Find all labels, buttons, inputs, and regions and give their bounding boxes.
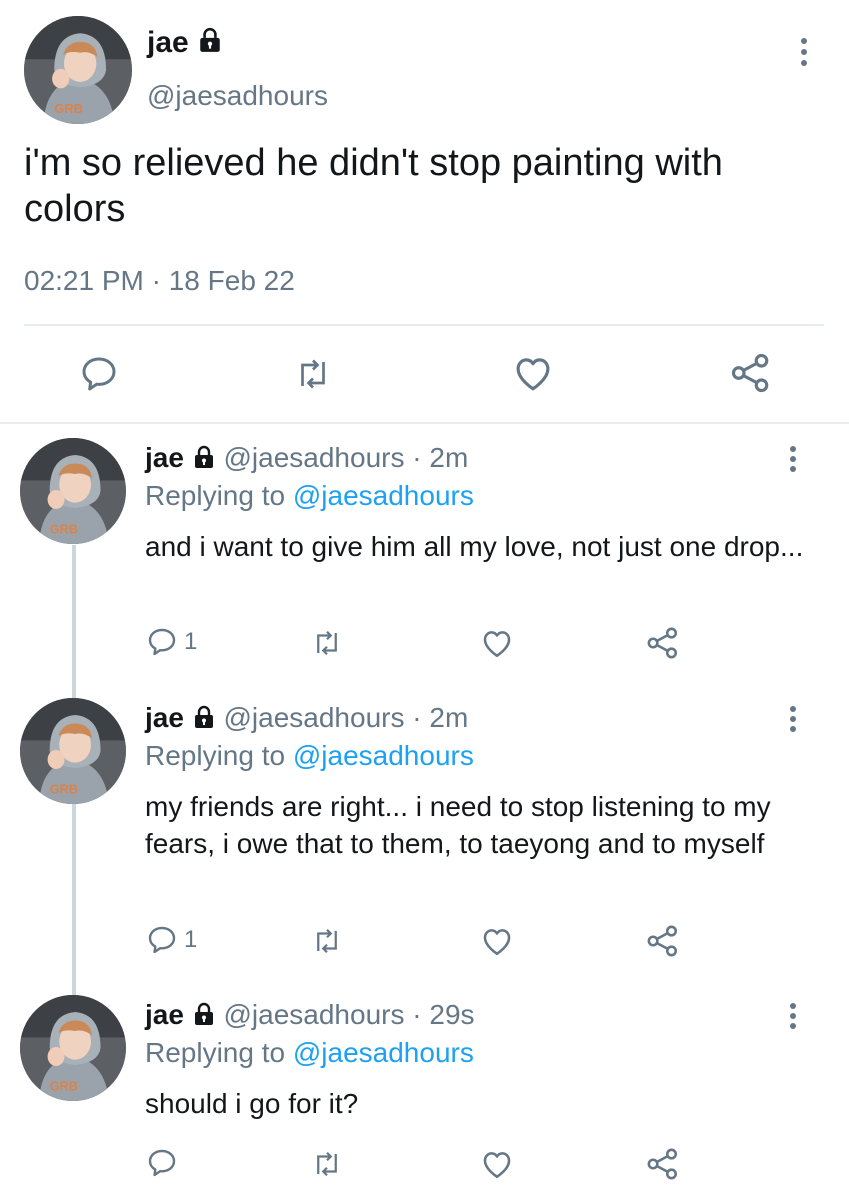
heart-icon: [480, 1147, 514, 1181]
avatar[interactable]: [20, 995, 126, 1101]
replying-to: Replying to @jaesadhours: [145, 480, 474, 512]
like-button[interactable]: [480, 1147, 514, 1181]
avatar[interactable]: [20, 438, 126, 544]
vertical-dots-icon[interactable]: [787, 1003, 799, 1029]
like-button[interactable]: [480, 626, 514, 660]
lock-icon: [192, 1001, 216, 1033]
lock-icon: [197, 27, 223, 61]
avatar[interactable]: [24, 16, 132, 124]
reply-text: should i go for it?: [145, 1088, 359, 1119]
heart-icon: [480, 626, 514, 660]
reply-actions: 1: [0, 626, 849, 662]
tweet-text: i'm so relieved he didn't stop painting …: [24, 142, 723, 230]
reply-actions: [0, 1147, 849, 1183]
heart-icon: [512, 352, 554, 394]
vertical-dots-icon[interactable]: [787, 706, 799, 732]
share-button[interactable]: [646, 1147, 680, 1181]
divider: [24, 324, 824, 326]
author-name[interactable]: jae: [145, 702, 184, 733]
reply-button[interactable]: 1: [146, 626, 197, 658]
lock-icon: [192, 704, 216, 736]
retweet-icon: [310, 1149, 344, 1179]
replying-label: Replying to: [145, 480, 286, 511]
reply-button[interactable]: [78, 354, 120, 394]
reply-header: jae @jaesadhours · 2m: [145, 702, 468, 736]
retweet-icon: [310, 628, 344, 658]
retweet-button[interactable]: [310, 1149, 344, 1179]
speech-bubble-icon: [146, 1147, 178, 1179]
reply-time: · 2m: [412, 702, 469, 733]
section-divider: [0, 422, 849, 424]
retweet-icon: [292, 356, 334, 392]
share-button[interactable]: [646, 626, 680, 660]
speech-bubble-icon: [146, 924, 178, 956]
reply-header: jae @jaesadhours · 29s: [145, 999, 475, 1033]
speech-bubble-icon: [146, 626, 178, 658]
author-handle[interactable]: @jaesadhours: [224, 702, 405, 733]
reply-button[interactable]: 1: [146, 924, 197, 956]
reply-time: · 29s: [412, 999, 475, 1030]
reply-count: 1: [184, 628, 198, 655]
reply-header: jae @jaesadhours · 2m: [145, 442, 468, 476]
author-name[interactable]: jae: [145, 442, 184, 473]
retweet-button[interactable]: [310, 628, 344, 658]
lock-icon: [192, 444, 216, 476]
avatar[interactable]: [20, 698, 126, 804]
share-icon: [646, 1147, 680, 1181]
like-button[interactable]: [512, 352, 554, 394]
reply-text: my friends are right... i need to stop l…: [145, 791, 771, 859]
retweet-button[interactable]: [310, 926, 344, 956]
share-icon: [646, 924, 680, 958]
author-handle[interactable]: @jaesadhours: [147, 80, 328, 112]
mention-link[interactable]: @jaesadhours: [293, 480, 474, 511]
like-button[interactable]: [480, 924, 514, 958]
author-handle[interactable]: @jaesadhours: [224, 442, 405, 473]
vertical-dots-icon[interactable]: [787, 446, 799, 472]
mention-link[interactable]: @jaesadhours: [293, 740, 474, 771]
tweet-timestamp[interactable]: 02:21 PM · 18 Feb 22: [24, 265, 295, 297]
replying-to: Replying to @jaesadhours: [145, 740, 474, 772]
reply-time: · 2m: [412, 442, 469, 473]
replying-label: Replying to: [145, 740, 286, 771]
reply-count: 1: [184, 926, 198, 953]
reply-text: and i want to give him all my love, not …: [145, 531, 804, 562]
share-button[interactable]: [730, 352, 772, 394]
retweet-button[interactable]: [292, 356, 334, 392]
share-icon: [730, 352, 772, 394]
tweet-author[interactable]: jae: [147, 26, 223, 61]
reply-actions: 1: [0, 924, 849, 960]
reply-button[interactable]: [146, 1147, 184, 1179]
replying-label: Replying to: [145, 1037, 286, 1068]
author-name[interactable]: jae: [147, 26, 189, 59]
tweet-actions: [0, 352, 849, 396]
heart-icon: [480, 924, 514, 958]
author-name[interactable]: jae: [145, 999, 184, 1030]
vertical-dots-icon[interactable]: [798, 38, 810, 66]
speech-bubble-icon: [78, 354, 120, 394]
share-button[interactable]: [646, 924, 680, 958]
share-icon: [646, 626, 680, 660]
mention-link[interactable]: @jaesadhours: [293, 1037, 474, 1068]
author-handle[interactable]: @jaesadhours: [224, 999, 405, 1030]
replying-to: Replying to @jaesadhours: [145, 1037, 474, 1069]
retweet-icon: [310, 926, 344, 956]
